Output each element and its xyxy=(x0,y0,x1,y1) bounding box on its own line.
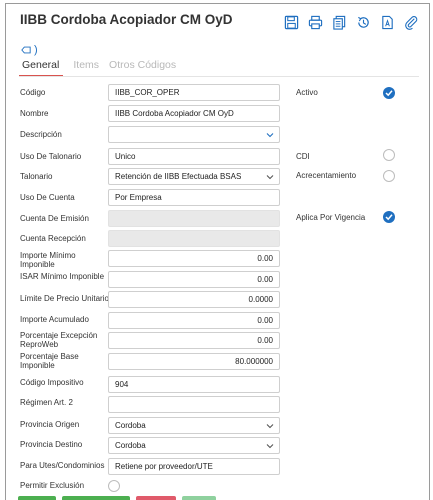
tag-label: ) xyxy=(34,44,38,56)
tab-bar: General Items Otros Códigos xyxy=(19,57,176,77)
history-icon[interactable] xyxy=(355,14,371,30)
activo-label: Activo xyxy=(296,88,318,97)
provincia-origen-select[interactable]: Cordoba xyxy=(108,417,280,434)
window-title: IIBB Cordoba Acopiador CM OyD xyxy=(20,12,233,27)
tag-link[interactable]: ) xyxy=(21,44,38,56)
document-icon[interactable] xyxy=(379,14,395,30)
talonario-select[interactable]: Retención de IIBB Efectuada BSAS xyxy=(108,168,280,185)
permitir-exclusion-checkbox[interactable] xyxy=(108,480,120,492)
cdi-label: CDI xyxy=(296,152,310,161)
nombre-field[interactable]: IIBB Cordoba Acopiador CM OyD xyxy=(108,105,280,122)
chevron-down-icon xyxy=(266,175,274,180)
porcentaje-base-label: Porcentaje Base Imponible xyxy=(20,352,79,370)
action-button-1[interactable] xyxy=(18,496,56,500)
regimen-field[interactable] xyxy=(108,396,280,413)
print-icon[interactable] xyxy=(307,14,323,30)
checkmark-icon xyxy=(385,214,393,221)
regimen-label: Régimen Art. 2 xyxy=(20,398,73,407)
provincia-destino-label: Provincia Destino xyxy=(20,440,83,449)
action-button-3[interactable] xyxy=(136,496,176,500)
tab-general[interactable]: General xyxy=(19,57,64,77)
activo-checkbox[interactable] xyxy=(383,87,395,99)
codigo-impositivo-field[interactable]: 904 xyxy=(108,376,280,393)
provincia-destino-select[interactable]: Cordoba xyxy=(108,437,280,454)
limite-precio-field[interactable]: 0.0000 xyxy=(108,291,280,308)
aplica-vigencia-label: Aplica Por Vigencia xyxy=(296,213,366,222)
aplica-vigencia-checkbox[interactable] xyxy=(383,211,395,223)
chevron-down-icon xyxy=(266,444,274,449)
porcentaje-excepcion-label: Porcentaje Excepción ReproWeb xyxy=(20,331,98,349)
attach-icon[interactable] xyxy=(403,14,419,30)
porcentaje-base-field[interactable]: 80.000000 xyxy=(108,353,280,370)
cuenta-emision-field xyxy=(108,210,280,227)
toolbar xyxy=(283,14,419,30)
importe-acumulado-field[interactable]: 0.00 xyxy=(108,312,280,329)
porcentaje-excepcion-field[interactable]: 0.00 xyxy=(108,332,280,349)
checkmark-icon xyxy=(385,90,393,97)
provincia-origen-label: Provincia Origen xyxy=(20,420,80,429)
action-buttons xyxy=(18,496,216,500)
action-button-4[interactable] xyxy=(182,496,216,500)
chevron-down-icon xyxy=(266,133,274,138)
cuenta-recepcion-field xyxy=(108,230,280,247)
uso-talonario-field[interactable]: Unico xyxy=(108,148,280,165)
talonario-value: Retención de IIBB Efectuada BSAS xyxy=(115,172,242,181)
importe-minimo-label: Importe Mínimo Imponible xyxy=(20,251,76,269)
codigo-label: Código xyxy=(20,88,46,97)
limite-precio-label: Límite De Precio Unitario xyxy=(20,294,109,303)
permitir-exclusion-label: Permitir Exclusión xyxy=(20,481,85,490)
tab-divider xyxy=(19,76,419,77)
cuenta-emision-label: Cuenta De Emisión xyxy=(20,214,89,223)
tab-items[interactable]: Items xyxy=(73,57,99,77)
para-utes-field[interactable]: Retiene por proveedor/UTE xyxy=(108,458,280,475)
codigo-field[interactable]: IIBB_COR_OPER xyxy=(108,84,280,101)
chevron-down-icon xyxy=(266,424,274,429)
acrecentamiento-label: Acrecentamiento xyxy=(296,171,357,180)
tab-otros-codigos[interactable]: Otros Códigos xyxy=(109,57,176,77)
action-button-2[interactable] xyxy=(62,496,130,500)
dialog-window: IIBB Cordoba Acopiador CM OyD ) General … xyxy=(5,3,430,500)
isar-minimo-field[interactable]: 0.00 xyxy=(108,271,280,288)
isar-minimo-label: ISAR Mínimo Imponible xyxy=(20,272,105,281)
provincia-destino-value: Cordoba xyxy=(115,441,146,450)
descripcion-label: Descripción xyxy=(20,130,62,139)
save-icon[interactable] xyxy=(283,14,299,30)
provincia-origen-value: Cordoba xyxy=(115,421,146,430)
cuenta-recepcion-label: Cuenta Recepción xyxy=(20,234,86,243)
nombre-label: Nombre xyxy=(20,109,49,118)
descripcion-select[interactable] xyxy=(108,126,280,143)
importe-minimo-field[interactable]: 0.00 xyxy=(108,250,280,267)
para-utes-label: Para Utes/Condominios xyxy=(20,461,105,470)
importe-acumulado-label: Importe Acumulado xyxy=(20,315,89,324)
talonario-label: Talonario xyxy=(20,172,53,181)
tag-icon xyxy=(21,46,31,54)
uso-talonario-label: Uso De Talonario xyxy=(20,152,82,161)
copy-icon[interactable] xyxy=(331,14,347,30)
uso-cuenta-field[interactable]: Por Empresa xyxy=(108,189,280,206)
acrecentamiento-checkbox[interactable] xyxy=(383,170,395,182)
codigo-impositivo-label: Código Impositivo xyxy=(20,378,84,387)
cdi-checkbox[interactable] xyxy=(383,149,395,161)
uso-cuenta-label: Uso De Cuenta xyxy=(20,193,75,202)
